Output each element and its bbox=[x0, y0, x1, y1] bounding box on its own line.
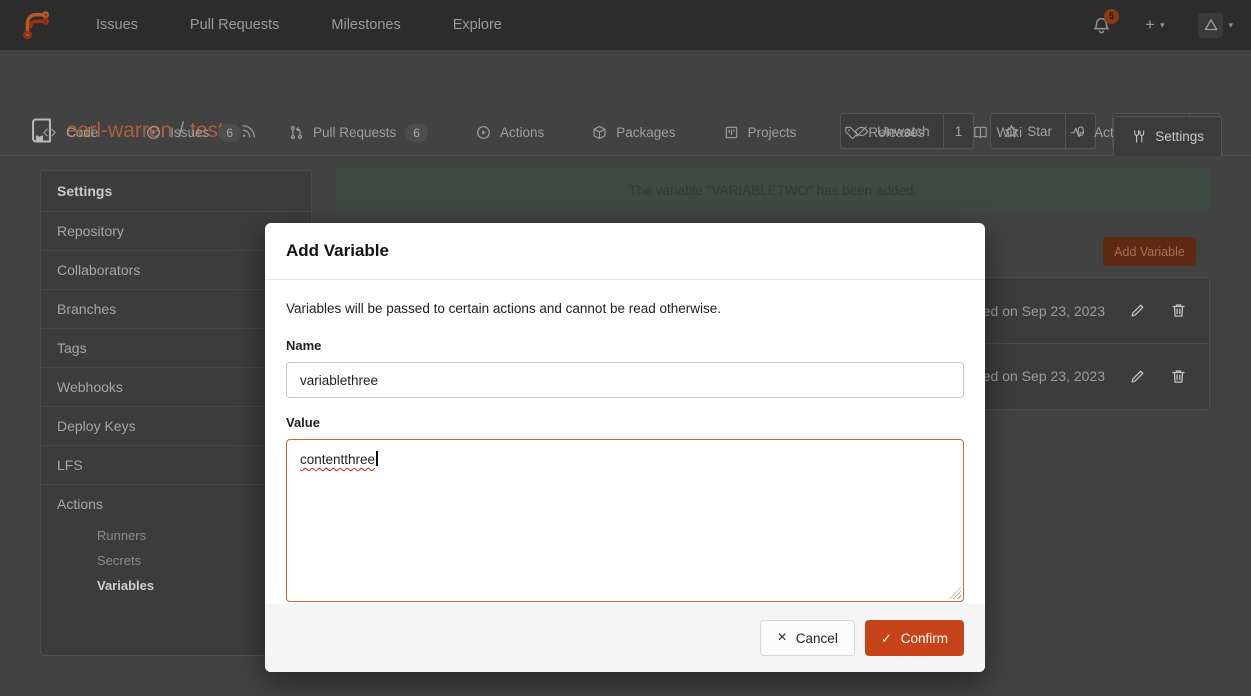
issues-count-badge: 6 bbox=[218, 124, 241, 142]
value-textarea[interactable]: contentthree bbox=[286, 439, 964, 602]
user-menu-dropdown[interactable]: ▾ bbox=[1198, 13, 1233, 38]
pull-requests-count-badge: 6 bbox=[405, 124, 428, 142]
tab-actions[interactable]: Actions bbox=[476, 125, 544, 140]
notification-count-badge: 5 bbox=[1104, 9, 1119, 24]
top-navbar: Issues Pull Requests Milestones Explore … bbox=[0, 0, 1251, 50]
book-icon bbox=[973, 125, 988, 140]
repo-tab-bar: Code Issues 6 Pull Requests 6 bbox=[0, 110, 1251, 156]
tab-code[interactable]: Code bbox=[42, 125, 98, 140]
tab-wiki[interactable]: Wiki bbox=[973, 125, 1023, 140]
nav-pull-requests-link[interactable]: Pull Requests bbox=[190, 17, 279, 33]
modal-header: Add Variable bbox=[265, 223, 985, 280]
issue-circle-icon bbox=[146, 125, 161, 140]
nav-milestones-link[interactable]: Milestones bbox=[331, 17, 400, 33]
tab-releases[interactable]: Releases bbox=[844, 125, 924, 140]
tab-packages[interactable]: Packages bbox=[592, 125, 675, 140]
name-field-label: Name bbox=[286, 338, 964, 353]
pulse-icon bbox=[1070, 125, 1085, 140]
code-icon bbox=[42, 125, 57, 140]
close-icon: × bbox=[777, 630, 786, 646]
name-input[interactable] bbox=[286, 362, 964, 398]
navbar-links: Issues Pull Requests Milestones Explore bbox=[96, 17, 502, 33]
nav-explore-link[interactable]: Explore bbox=[453, 17, 502, 33]
chevron-down-icon: ▾ bbox=[1228, 20, 1233, 31]
modal-body: Variables will be passed to certain acti… bbox=[265, 280, 985, 623]
tab-settings[interactable]: Settings bbox=[1113, 116, 1222, 156]
resize-handle[interactable] bbox=[949, 587, 961, 599]
check-icon: ✓ bbox=[881, 632, 892, 645]
tab-issues[interactable]: Issues 6 bbox=[146, 124, 241, 142]
success-banner: The variable "VARIABLETWO" has been adde… bbox=[336, 168, 1210, 213]
tag-icon bbox=[844, 125, 859, 140]
play-circle-icon bbox=[476, 125, 491, 140]
cancel-button[interactable]: × Cancel bbox=[760, 620, 854, 656]
repo-header: earl-warren/test Unwatch bbox=[0, 50, 1251, 110]
delete-trash-icon[interactable] bbox=[1170, 368, 1187, 385]
confirm-button[interactable]: ✓ Confirm bbox=[865, 620, 964, 656]
package-icon bbox=[592, 125, 607, 140]
tab-projects[interactable]: Projects bbox=[724, 125, 797, 140]
value-field-label: Value bbox=[286, 415, 964, 430]
sidebar-header: Settings bbox=[41, 171, 311, 211]
modal-description: Variables will be passed to certain acti… bbox=[286, 301, 964, 316]
app-window: Issues Pull Requests Milestones Explore … bbox=[0, 0, 1251, 696]
chevron-down-icon: ▾ bbox=[1160, 20, 1165, 31]
success-banner-text: The variable "VARIABLETWO" has been adde… bbox=[629, 183, 917, 198]
edit-pencil-icon[interactable] bbox=[1129, 368, 1146, 385]
tools-icon bbox=[1131, 129, 1146, 144]
avatar bbox=[1198, 13, 1223, 38]
project-board-icon bbox=[724, 125, 739, 140]
add-variable-modal: Add Variable Variables will be passed to… bbox=[265, 223, 985, 672]
value-text: contentthree bbox=[300, 452, 375, 467]
notifications-button[interactable]: 5 bbox=[1092, 16, 1111, 35]
plus-icon: + bbox=[1145, 15, 1155, 35]
navbar-right: 5 + ▾ ▾ bbox=[1092, 0, 1233, 50]
tab-pull-requests[interactable]: Pull Requests 6 bbox=[289, 124, 428, 142]
nav-issues-link[interactable]: Issues bbox=[96, 17, 138, 33]
modal-footer: × Cancel ✓ Confirm bbox=[265, 604, 985, 672]
text-cursor bbox=[376, 451, 378, 466]
modal-title: Add Variable bbox=[286, 241, 389, 261]
add-variable-button[interactable]: Add Variable bbox=[1103, 237, 1196, 266]
delete-trash-icon[interactable] bbox=[1170, 302, 1187, 319]
create-new-dropdown[interactable]: + ▾ bbox=[1145, 15, 1164, 35]
forgejo-logo-icon[interactable] bbox=[20, 9, 50, 41]
pull-request-icon bbox=[289, 125, 304, 140]
edit-pencil-icon[interactable] bbox=[1129, 302, 1146, 319]
